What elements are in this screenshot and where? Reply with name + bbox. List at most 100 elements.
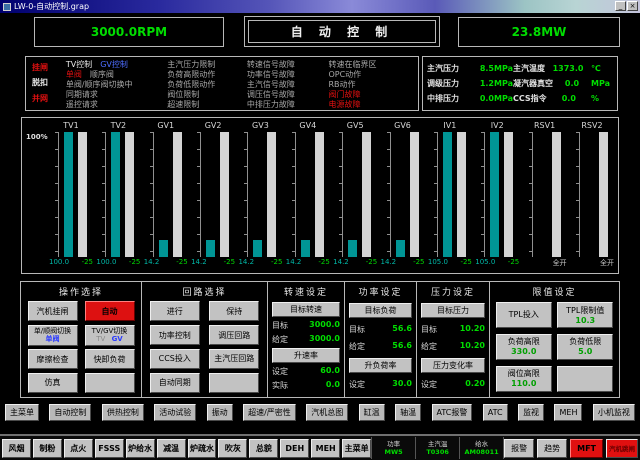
turbine-trip-button[interactable]: 汽机跳闸 xyxy=(606,439,638,458)
valve-position-value: 105.0 xyxy=(428,258,448,270)
target-pressure-button[interactable]: 目标压力 xyxy=(421,303,485,318)
valve-demand-value: -25 xyxy=(82,258,93,270)
valve-position-bar xyxy=(301,240,310,258)
taskbar-button[interactable]: 主菜单 xyxy=(342,439,371,458)
taskbar-button[interactable]: 减温 xyxy=(157,439,186,458)
main-pressure-loop-button[interactable]: 主汽压回路 xyxy=(209,349,259,369)
tv-gv-switch-button[interactable]: TV/GV切换 TV GV xyxy=(85,325,135,346)
blank-button[interactable] xyxy=(85,373,135,393)
mw-display: 23.8MW xyxy=(458,17,620,47)
taskbar-button[interactable]: 总貌 xyxy=(249,439,278,458)
status-load-high-act: 负荷高限动作 xyxy=(167,70,247,80)
nav-button[interactable]: 主菜单 xyxy=(5,404,39,421)
nav-button[interactable]: 缸温 xyxy=(359,404,385,421)
auto-button[interactable]: 自动 xyxy=(85,301,135,321)
valve-label: GV2 xyxy=(190,121,236,132)
close-button[interactable]: × xyxy=(627,1,638,11)
valve-demand-bar xyxy=(267,132,276,257)
load-high-limit-button[interactable]: 负荷高限 330.0 xyxy=(496,334,552,360)
valve-label: TV2 xyxy=(95,121,141,132)
info-cell-value: T0306 xyxy=(426,448,449,456)
status-tv-control: TV控制 xyxy=(66,60,92,70)
status-valve-pos-limit: 阀位限制 xyxy=(167,90,247,100)
valve-demand-slot xyxy=(125,132,134,257)
nav-button[interactable]: ATC报警 xyxy=(432,404,473,421)
valve-high-limit-button[interactable]: 阀位高限 110.0 xyxy=(496,366,552,392)
power-target-value: 56.6 xyxy=(392,324,412,335)
fast-load-dump-button[interactable]: 快卸负荷 xyxy=(85,349,135,369)
alarm-button[interactable]: 报警 xyxy=(504,439,534,458)
load-rate-button[interactable]: 升负荷率 xyxy=(349,358,412,373)
load-low-limit-button[interactable]: 负荷低限 5.0 xyxy=(557,334,613,360)
mft-button[interactable]: MFT xyxy=(570,439,603,458)
taskbar-button[interactable]: 点火 xyxy=(64,439,93,458)
nav-button[interactable]: 自动控制 xyxy=(49,404,91,421)
ccs-engage-button[interactable]: CCS投入 xyxy=(150,349,200,369)
taskbar-button[interactable]: 风烟 xyxy=(2,439,31,458)
nav-button[interactable]: 超速/严密性 xyxy=(243,404,296,421)
valve-label: GV3 xyxy=(237,121,283,132)
valve-label: GV5 xyxy=(332,121,378,132)
pressure-set-value: 0.20 xyxy=(465,379,485,390)
load-low-limit-label: 负荷低限 xyxy=(569,337,601,347)
nav-button[interactable]: 汽机总图 xyxy=(306,404,348,421)
power-set-value: 30.0 xyxy=(392,379,412,390)
nav-button[interactable]: ATC xyxy=(483,404,508,421)
speed-target-label: 目标 xyxy=(272,320,288,331)
target-speed-button[interactable]: 目标转速 xyxy=(272,302,340,317)
blank-button[interactable] xyxy=(209,373,259,393)
rpm-value: 3000.0RPM xyxy=(91,25,167,39)
taskbar-button[interactable]: DEH xyxy=(280,439,309,458)
taskbar-button[interactable]: 炉给水 xyxy=(126,439,155,458)
taskbar-button[interactable]: 制粉 xyxy=(33,439,62,458)
nav-button[interactable]: 小机监视 xyxy=(593,404,635,421)
simulation-button[interactable]: 仿真 xyxy=(28,373,78,393)
single-seq-valve-switch-button[interactable]: 单/顺阀切换 单阀 xyxy=(28,325,78,346)
minimize-button[interactable]: _ xyxy=(615,1,626,11)
power-control-button[interactable]: 功率控制 xyxy=(150,325,200,345)
valve-demand-slot xyxy=(599,132,608,257)
valve-bar-group: TV2 100.0 -25 xyxy=(95,121,141,270)
tpl-limit-button[interactable]: TPL限制值 10.3 xyxy=(557,302,613,328)
valve-demand-value: -25 xyxy=(318,258,329,270)
status-speed-signal-fault: 转速信号故障 xyxy=(247,60,329,70)
taskbar-button[interactable]: MEH xyxy=(311,439,340,458)
status-latched: 挂闸 xyxy=(32,63,66,73)
pressure-rate-button[interactable]: 压力变化率 xyxy=(421,358,485,373)
nav-button[interactable]: 监视 xyxy=(518,404,544,421)
power-setting-title: 功率设定 xyxy=(345,282,416,300)
trend-button[interactable]: 趋势 xyxy=(537,439,567,458)
target-load-button[interactable]: 目标负荷 xyxy=(349,303,412,318)
turbine-latch-button[interactable]: 汽机挂闸 xyxy=(28,301,78,321)
valve-switch-state: 单阀 xyxy=(46,335,60,343)
taskbar-screen-buttons: 风烟 制粉 点火 FSSS 炉给水 减温 炉疏水 吹灰 总貌 DEH MEH xyxy=(2,439,371,458)
speed-given-label: 给定 xyxy=(272,334,288,345)
status-exhaust-press-fault: 中排压力故障 xyxy=(247,100,329,110)
hold-button[interactable]: 保持 xyxy=(209,301,259,321)
steam-temp-label: 主汽温度 xyxy=(513,63,545,74)
taskbar-button[interactable]: 吹灰 xyxy=(218,439,247,458)
tpl-engage-button[interactable]: TPL投入 xyxy=(496,302,552,328)
nav-button[interactable]: 振动 xyxy=(207,404,233,421)
nav-button[interactable]: MEH xyxy=(554,404,582,421)
valve-demand-bar xyxy=(552,132,561,257)
go-button[interactable]: 进行 xyxy=(150,301,200,321)
loop-select-panel: 回路选择 进行 保持 功率控制 调压回路 CCS投入 主汽压回路 自动同期 xyxy=(142,282,268,397)
status-steam-signal-fault: 主汽信号故障 xyxy=(247,80,329,90)
nav-button[interactable]: 轴温 xyxy=(395,404,421,421)
auto-sync-button[interactable]: 自动同期 xyxy=(150,373,200,393)
taskbar-button[interactable]: FSSS xyxy=(95,439,124,458)
valve-demand-slot xyxy=(220,132,229,257)
speed-rate-button[interactable]: 升速率 xyxy=(272,348,340,363)
status-load-low-act: 负荷低限动作 xyxy=(167,80,247,90)
blank-button[interactable] xyxy=(557,366,613,392)
status-on-grid: 并网 xyxy=(32,94,66,104)
taskbar-button[interactable]: 炉疏水 xyxy=(188,439,217,458)
valve-demand-bar xyxy=(78,132,87,257)
valve-position-slot xyxy=(159,132,168,257)
nav-button[interactable]: 活动试验 xyxy=(154,404,196,421)
friction-check-button[interactable]: 摩擦检查 xyxy=(28,349,78,369)
valve-position-slot xyxy=(585,132,594,257)
nav-button[interactable]: 供热控制 xyxy=(102,404,144,421)
pressure-loop-button[interactable]: 调压回路 xyxy=(209,325,259,345)
